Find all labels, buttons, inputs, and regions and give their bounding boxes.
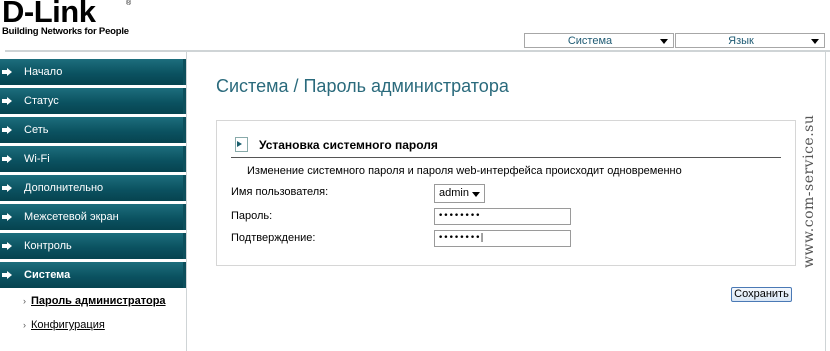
arrow-right-icon: [2, 184, 12, 192]
arrow-right-icon: [2, 97, 12, 105]
sidebar-item-label: Сеть: [24, 124, 49, 136]
language-select-label: Язык: [728, 35, 754, 47]
sidebar-item-label: Межсетевой экран: [24, 211, 119, 223]
sidebar: Начало Статус Сеть Wi-Fi Дополнительно М…: [0, 59, 186, 342]
bullet-icon: ›: [23, 296, 26, 306]
sidebar-item-network[interactable]: Сеть: [0, 117, 186, 143]
sidebar-item-label: Дополнительно: [24, 182, 104, 194]
bullet-icon: ›: [23, 320, 26, 330]
sidebar-item-status[interactable]: Статус: [0, 88, 186, 114]
username-label: Имя пользователя:: [231, 186, 329, 198]
sidebar-item-label: Статус: [24, 95, 59, 107]
sidebar-item-firewall[interactable]: Межсетевой экран: [0, 204, 186, 230]
section-arrow-icon: [235, 137, 248, 152]
arrow-right-icon: [2, 213, 12, 221]
sidebar-item-label: Контроль: [24, 240, 72, 252]
sidebar-subitem-label: Пароль администратора: [31, 295, 166, 307]
password-field[interactable]: ••••••••: [434, 208, 571, 225]
language-select[interactable]: Язык: [675, 33, 825, 48]
password-label: Пароль:: [231, 210, 273, 222]
sidebar-item-wifi[interactable]: Wi-Fi: [0, 146, 186, 172]
sidebar-item-advanced[interactable]: Дополнительно: [0, 175, 186, 201]
username-select-value: admin: [439, 187, 469, 199]
sidebar-item-label: Начало: [24, 66, 63, 78]
section-description: Изменение системного пароля и пароля web…: [247, 165, 682, 177]
password-panel: Установка системного пароля Изменение си…: [216, 120, 796, 266]
dlink-logo: D-Link ® Building Networks for People: [2, 0, 162, 40]
arrow-right-icon: [2, 155, 12, 163]
registered-mark: ®: [126, 0, 132, 7]
sidebar-item-label: Система: [24, 269, 71, 281]
system-select-label: Система: [567, 35, 613, 47]
save-button[interactable]: Сохранить: [731, 287, 792, 302]
sidebar-item-control[interactable]: Контроль: [0, 233, 186, 259]
arrow-right-icon: [2, 68, 12, 76]
arrow-right-icon: [2, 126, 12, 134]
sidebar-item-system[interactable]: Система: [0, 262, 186, 288]
confirm-password-field[interactable]: ••••••••|: [434, 230, 571, 247]
watermark-text: www.com-service.su: [801, 114, 817, 268]
system-select[interactable]: Система: [524, 33, 674, 48]
sidebar-item-home[interactable]: Начало: [0, 59, 186, 85]
chevron-down-icon: [472, 192, 480, 197]
sidebar-item-label: Wi-Fi: [24, 153, 50, 165]
page-title: Система / Пароль администратора: [216, 76, 509, 96]
section-title: Установка системного пароля: [259, 138, 438, 152]
username-select[interactable]: admin: [434, 184, 485, 203]
sidebar-subitem-label: Конфигурация: [31, 319, 105, 331]
chevron-down-icon: [660, 39, 668, 44]
sidebar-subitem-admin-password[interactable]: › Пароль администратора: [0, 294, 186, 318]
arrow-right-icon: [2, 242, 12, 250]
confirm-label: Подтверждение:: [231, 232, 316, 244]
arrow-right-icon: [2, 271, 12, 279]
chevron-down-icon: [811, 39, 819, 44]
section-divider: [231, 157, 781, 158]
sidebar-subitem-configuration[interactable]: › Конфигурация: [0, 318, 186, 342]
logo-tagline: Building Networks for People: [2, 26, 129, 37]
